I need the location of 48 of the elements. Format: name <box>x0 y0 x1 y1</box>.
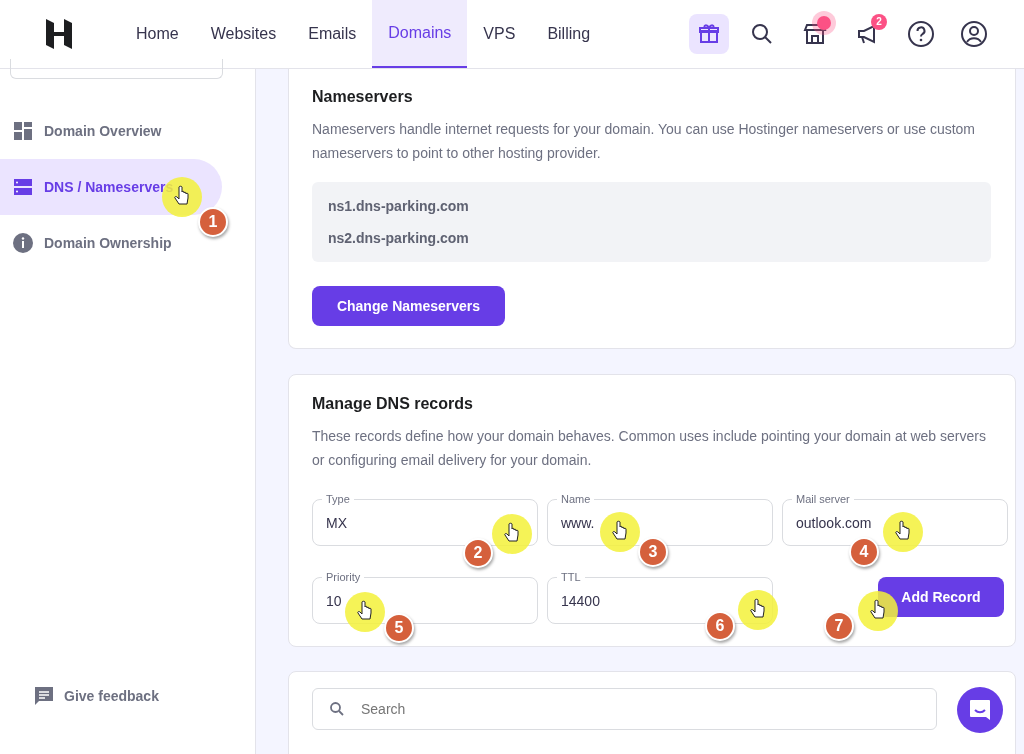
server-icon <box>12 176 34 198</box>
step-number-badge: 4 <box>849 537 879 567</box>
pointer-cursor-icon <box>345 592 385 632</box>
dashboard-icon <box>12 120 34 142</box>
info-icon <box>12 232 34 254</box>
notification-count: 2 <box>871 14 887 30</box>
feedback-link[interactable]: Give feedback <box>64 685 159 707</box>
step-number-badge: 6 <box>705 611 735 641</box>
pointer-cursor-icon <box>883 512 923 552</box>
field-label: Name <box>557 492 595 506</box>
search-icon <box>329 701 345 717</box>
nav-tab[interactable]: VPS <box>467 0 532 68</box>
nav-tab[interactable]: Billing <box>531 0 607 68</box>
change-nameservers-button[interactable]: Change Nameservers <box>312 286 505 326</box>
nav-tab[interactable]: Domains <box>372 0 468 68</box>
feedback-icon <box>33 685 55 707</box>
section-title: Nameservers <box>312 87 414 107</box>
search-bar[interactable]: Search <box>312 688 937 730</box>
pointer-cursor-icon <box>858 591 898 631</box>
chat-icon <box>967 697 993 723</box>
section-description: These records define how your domain behaves. Common uses include pointing your domain at web servers or configuring email delivery for your domain. <box>312 427 987 470</box>
nav-tab[interactable]: Emails <box>292 0 373 68</box>
step-number-badge: 7 <box>824 611 854 641</box>
step-number-badge: 2 <box>463 538 493 568</box>
field-label: Type <box>322 492 354 506</box>
nameserver-text: ns2.dns-parking.com <box>328 229 470 248</box>
field-label: Priority <box>322 570 365 584</box>
logo-icon[interactable] <box>44 19 74 49</box>
step-number-badge: 1 <box>198 207 228 237</box>
account-icon[interactable] <box>960 20 988 48</box>
search-field[interactable] <box>10 59 223 79</box>
add-record-button[interactable]: Add Record <box>878 577 1004 617</box>
sidebar-item[interactable]: Domain Overview <box>44 120 162 142</box>
nav-tab[interactable]: Websites <box>194 0 293 68</box>
pointer-cursor-icon <box>600 512 640 552</box>
field-label: Mail server <box>792 492 854 506</box>
help-icon[interactable] <box>907 20 935 48</box>
section-title: Manage DNS records <box>312 394 474 414</box>
pointer-cursor-icon <box>492 514 532 554</box>
notification-dot <box>817 16 831 30</box>
section-description: Nameservers handle internet requests for your domain. You can use Hostinger nameservers or use custom nameservers to point to other hosting provider. <box>312 120 976 163</box>
nameserver-text: ns1.dns-parking.com <box>328 197 470 216</box>
pointer-cursor-icon <box>738 590 778 630</box>
step-number-badge: 3 <box>638 537 668 567</box>
field-label: TTL <box>557 570 585 584</box>
sidebar-item[interactable]: Domain Ownership <box>44 232 172 254</box>
step-number-badge: 5 <box>384 613 414 643</box>
nav-tab[interactable]: Home <box>120 0 195 68</box>
